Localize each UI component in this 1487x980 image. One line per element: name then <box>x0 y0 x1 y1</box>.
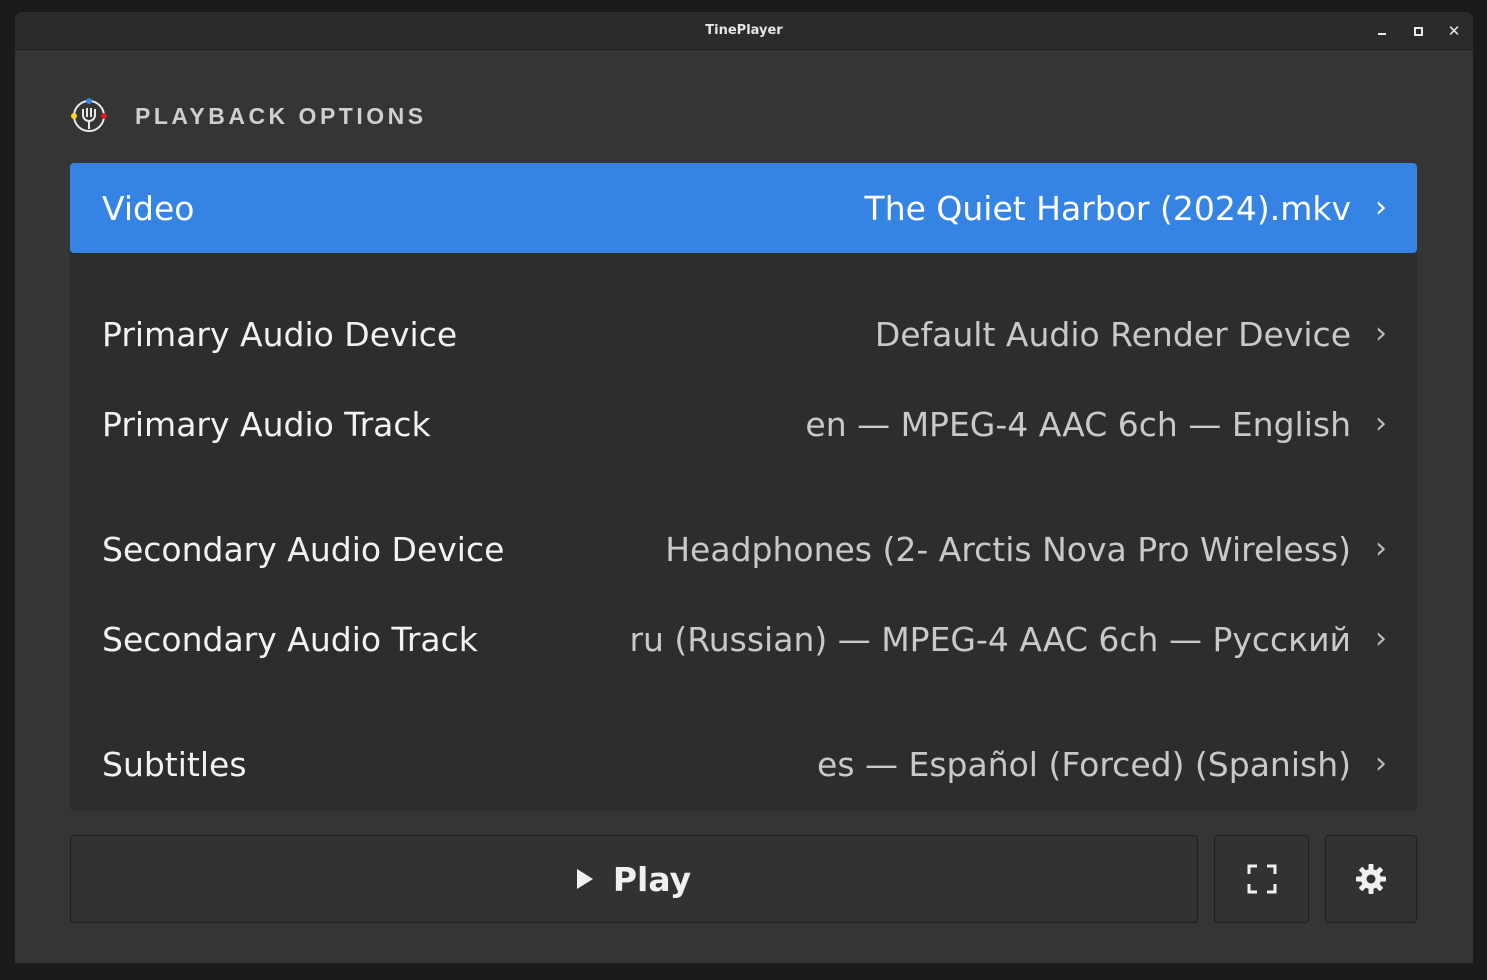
play-button[interactable]: Play <box>70 835 1198 923</box>
option-label: Subtitles <box>102 744 247 784</box>
chevron-right-icon: › <box>1375 316 1387 351</box>
option-row-primary-audio-track[interactable]: Primary Audio Track en — MPEG-4 AAC 6ch … <box>70 379 1417 469</box>
option-label: Secondary Audio Device <box>102 529 505 569</box>
play-label: Play <box>612 859 692 899</box>
title-bar[interactable]: TinePlayer ✕ <box>15 12 1473 50</box>
option-value: es — Español (Forced) (Spanish) <box>817 744 1351 784</box>
option-row-subtitles[interactable]: Subtitles es — Español (Forced) (Spanish… <box>70 719 1417 809</box>
gear-icon <box>1356 864 1386 894</box>
tineplayer-logo-icon <box>71 98 107 132</box>
option-row-video[interactable]: Video The Quiet Harbor (2024).mkv › <box>70 163 1417 253</box>
play-icon <box>576 869 593 889</box>
playback-options-list: Video The Quiet Harbor (2024).mkv › Prim… <box>70 163 1417 811</box>
option-value: Headphones (2- Arctis Nova Pro Wireless) <box>665 529 1351 569</box>
window-title: TinePlayer <box>705 23 783 38</box>
option-label: Secondary Audio Track <box>102 619 478 659</box>
page-title: PLAYBACK OPTIONS <box>135 102 427 129</box>
chevron-right-icon: › <box>1375 621 1387 656</box>
chevron-right-icon: › <box>1375 531 1387 566</box>
maximize-button[interactable] <box>1408 21 1428 41</box>
option-value: The Quiet Harbor (2024).mkv <box>864 188 1351 228</box>
minimize-icon <box>1378 33 1386 35</box>
option-label: Primary Audio Device <box>102 314 458 354</box>
option-value: ru (Russian) — MPEG-4 AAC 6ch — Русский <box>629 619 1351 659</box>
chevron-right-icon: › <box>1375 406 1387 441</box>
app-window: TinePlayer ✕ PLAYBACK OPTIONS Video The … <box>15 12 1473 963</box>
chevron-right-icon: › <box>1375 746 1387 781</box>
maximize-icon <box>1413 26 1423 36</box>
option-row-secondary-audio-track[interactable]: Secondary Audio Track ru (Russian) — MPE… <box>70 594 1417 684</box>
option-label: Video <box>102 188 195 228</box>
chevron-right-icon: › <box>1375 190 1387 225</box>
option-row-secondary-audio-device[interactable]: Secondary Audio Device Headphones (2- Ar… <box>70 504 1417 594</box>
close-icon: ✕ <box>1447 21 1461 40</box>
settings-button[interactable] <box>1325 835 1417 923</box>
option-row-primary-audio-device[interactable]: Primary Audio Device Default Audio Rende… <box>70 289 1417 379</box>
close-button[interactable]: ✕ <box>1444 21 1464 41</box>
fullscreen-button[interactable] <box>1214 835 1309 923</box>
section-header: PLAYBACK OPTIONS <box>70 96 427 136</box>
option-value: Default Audio Render Device <box>874 314 1351 354</box>
option-label: Primary Audio Track <box>102 404 431 444</box>
option-value: en — MPEG-4 AAC 6ch — English <box>805 404 1351 444</box>
minimize-button[interactable] <box>1372 21 1392 41</box>
fullscreen-icon <box>1247 864 1276 894</box>
